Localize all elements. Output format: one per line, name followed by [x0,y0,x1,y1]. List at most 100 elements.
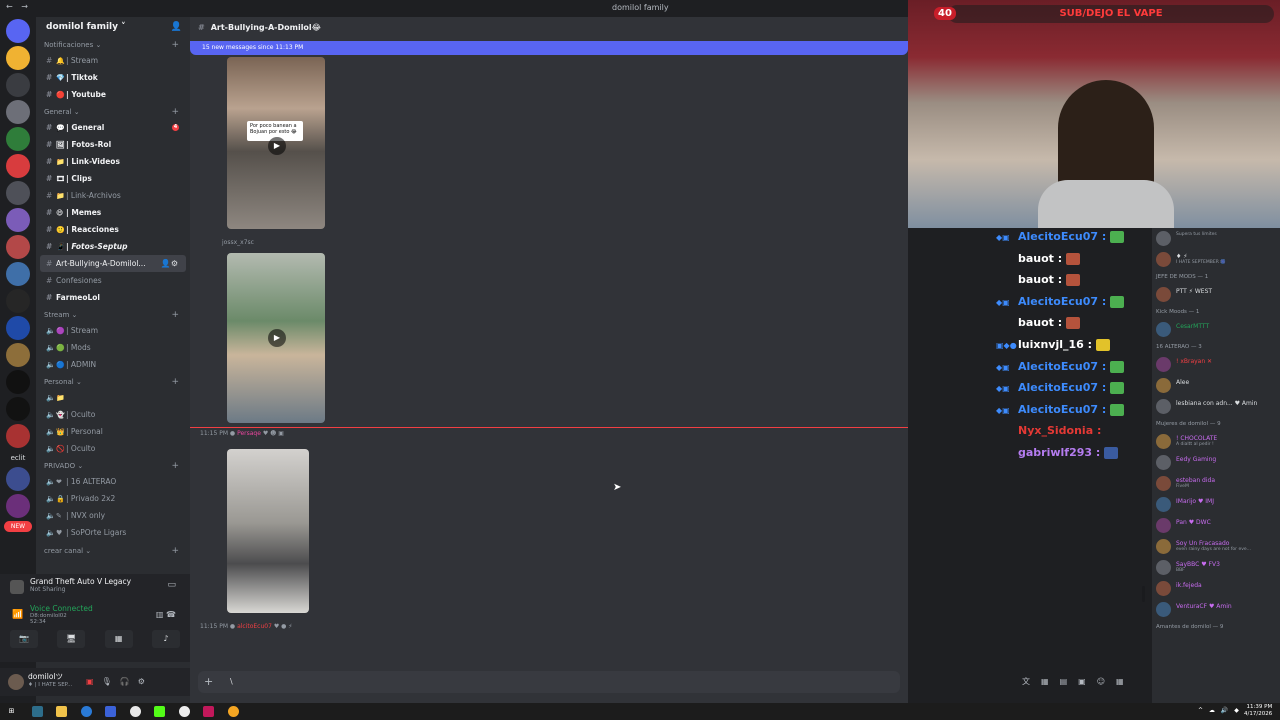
member-item[interactable]: ! xBrayan ✕ [1152,354,1280,375]
start-icon[interactable]: ⊞ [6,706,17,717]
gear-icon[interactable]: ⚙ [138,677,153,686]
message-author[interactable]: alcitoEcu07 [237,623,272,630]
chat-username[interactable]: gabriwlf293 : [1018,446,1100,459]
voice-channel-16-alterao[interactable]: 🔈❤ | 16 ALTERAO [36,473,190,490]
member-item[interactable]: Eedy Gaming [1152,452,1280,473]
server-icon[interactable] [6,208,30,232]
explorer-icon[interactable] [56,706,67,717]
gift-icon[interactable]: ▦ [1041,677,1060,686]
member-item[interactable]: Supera tus límites [1152,228,1280,249]
chat-username[interactable]: Nyx_Sidonia : [1018,424,1101,437]
channel-general[interactable]: # 💬| General 4 [36,119,190,136]
channel-confesiones[interactable]: # Confesiones [36,272,190,289]
taskview-icon[interactable] [32,706,43,717]
add-channel-icon[interactable]: + [171,545,179,558]
channel-stream[interactable]: # 🔔| Stream [36,52,190,69]
headphones-icon[interactable]: 🎧 [120,677,138,686]
server-icon[interactable] [6,289,30,313]
system-tray[interactable]: ^ ☁ 🔊 ◆ [1198,707,1241,714]
app-icon[interactable] [203,706,214,717]
server-icon[interactable] [6,343,30,367]
message-author[interactable]: Persaqe [237,430,261,437]
play-icon[interactable]: ▶ [268,329,286,347]
apps-icon[interactable]: ▦ [1116,677,1135,686]
add-channel-icon[interactable]: + [171,106,179,119]
channel-settings-icon[interactable]: 👤⚙ [161,255,178,272]
channel-tiktok[interactable]: # 💎| Tiktok [36,69,190,86]
attach-icon[interactable]: + [204,675,213,688]
server-icon-home[interactable] [6,19,30,43]
category-crear-canal[interactable]: crear canal ⌄ + [36,545,190,558]
category-general[interactable]: General ⌄ + [36,106,190,119]
channel-farmeolol[interactable]: # FarmeoLol [36,289,190,306]
member-item[interactable]: ♦ ⚡ I HATE SEPTEMBER 🎆 [1152,249,1280,270]
voice-channel-mods[interactable]: 🔈🟢| Mods [36,339,190,356]
member-item[interactable]: PTT ⚡ WEST [1152,284,1280,305]
category-privado[interactable]: PRIVADO ⌄ + [36,460,190,473]
chat-username[interactable]: luixnvjl_16 : [1018,338,1092,351]
app-icon[interactable] [228,706,239,717]
add-channel-icon[interactable]: + [171,39,179,52]
chat-username[interactable]: bauot : [1018,316,1062,329]
voice-channel-soporte[interactable]: 🔈♥ | SoPOrte Ligars [36,524,190,541]
scrollbar[interactable] [1142,586,1145,602]
server-text-label[interactable]: eclit [0,451,36,465]
channel-fotos-septup[interactable]: # 📱| Fotos-Septup [36,238,190,255]
server-icon[interactable] [6,370,30,394]
member-item[interactable]: esteban dida FiveM [1152,473,1280,494]
screen-share-icon[interactable]: ▭ [167,580,176,590]
category-notificaciones[interactable]: Notificaciones ⌄ + [36,39,190,52]
add-channel-icon[interactable]: + [171,376,179,389]
member-item[interactable]: lesbiana con adn... ♥ Amin [1152,396,1280,417]
server-icon[interactable] [6,127,30,151]
member-item[interactable]: Alee [1152,375,1280,396]
guild-header[interactable]: domilol family ˅ 👤 [36,17,190,39]
server-icon[interactable] [6,316,30,340]
avatar[interactable] [8,674,24,690]
invite-icon[interactable]: 👤 [171,22,182,32]
voice-channel-personal[interactable]: 🔈👑| Personal [36,423,190,440]
chrome-icon[interactable] [130,706,141,717]
voice-channel-privado[interactable]: 🔈🔒| Privado 2x2 [36,490,190,507]
channel-youtube[interactable]: # 🔴| Youtube [36,86,190,103]
message-input[interactable]: \ [230,677,233,686]
message-composer[interactable]: + \ [198,671,900,693]
edge-icon[interactable] [81,706,92,717]
chat-username[interactable]: bauot : [1018,273,1062,286]
activities-button[interactable]: ▦ [104,630,133,648]
gif-icon[interactable]: ▤ [1060,677,1079,686]
voice-channel-admin[interactable]: 🔈🔵| ADMIN [36,356,190,373]
category-stream[interactable]: Stream ⌄ + [36,309,190,322]
translate-icon[interactable]: 文 [1022,677,1041,686]
mic-icon[interactable]: 🎙 [102,677,120,686]
kick-icon[interactable] [154,706,165,717]
member-item[interactable]: Soy Un Fracasado even rainy days are not … [1152,536,1280,557]
server-icon[interactable] [6,494,30,518]
sticker-icon[interactable]: ▣ [1078,677,1097,686]
chat-username[interactable]: AlecitoEcu07 : [1018,403,1106,416]
message-username[interactable]: jossx_x7sc [222,239,254,246]
new-messages-bar[interactable]: 15 new messages since 11:13 PM [190,41,908,55]
play-icon[interactable]: ▶ [268,137,286,155]
member-item[interactable]: Pan ♥ DWC [1152,515,1280,536]
voice-channel-unnamed[interactable]: 🔈📁 [36,389,190,406]
camera-off-button[interactable]: 📷 [10,630,38,648]
chat-username[interactable]: bauot : [1018,252,1062,265]
channel-link-archivos[interactable]: # 📁| Link-Archivos [36,187,190,204]
voice-channel-oculto-2[interactable]: 🔈🚫| Oculto [36,440,190,457]
category-personal[interactable]: Personal ⌄ + [36,376,190,389]
channel-fotos-rol[interactable]: # 🖼| Fotos-Rol [36,136,190,153]
obs-icon[interactable] [179,706,190,717]
chat-username[interactable]: AlecitoEcu07 : [1018,381,1106,394]
server-icon[interactable] [6,154,30,178]
server-icon[interactable] [6,181,30,205]
channel-art-bullying[interactable]: # Art-Bullying-A-Domilol... 👤⚙ [40,255,186,272]
emoji-icon[interactable]: ☺ [1097,677,1116,686]
add-channel-icon[interactable]: + [171,309,179,322]
voice-channel-oculto-1[interactable]: 🔈👻| Oculto [36,406,190,423]
channel-memes[interactable]: # 😄 | Memes [36,204,190,221]
clock[interactable]: 11:39 PM 4/17/2026 [1244,704,1272,718]
server-icon[interactable] [6,262,30,286]
disconnect-icon[interactable]: ▥ ☎ [156,610,176,619]
member-item[interactable]: IMarijo ♥ IMJ [1152,494,1280,515]
